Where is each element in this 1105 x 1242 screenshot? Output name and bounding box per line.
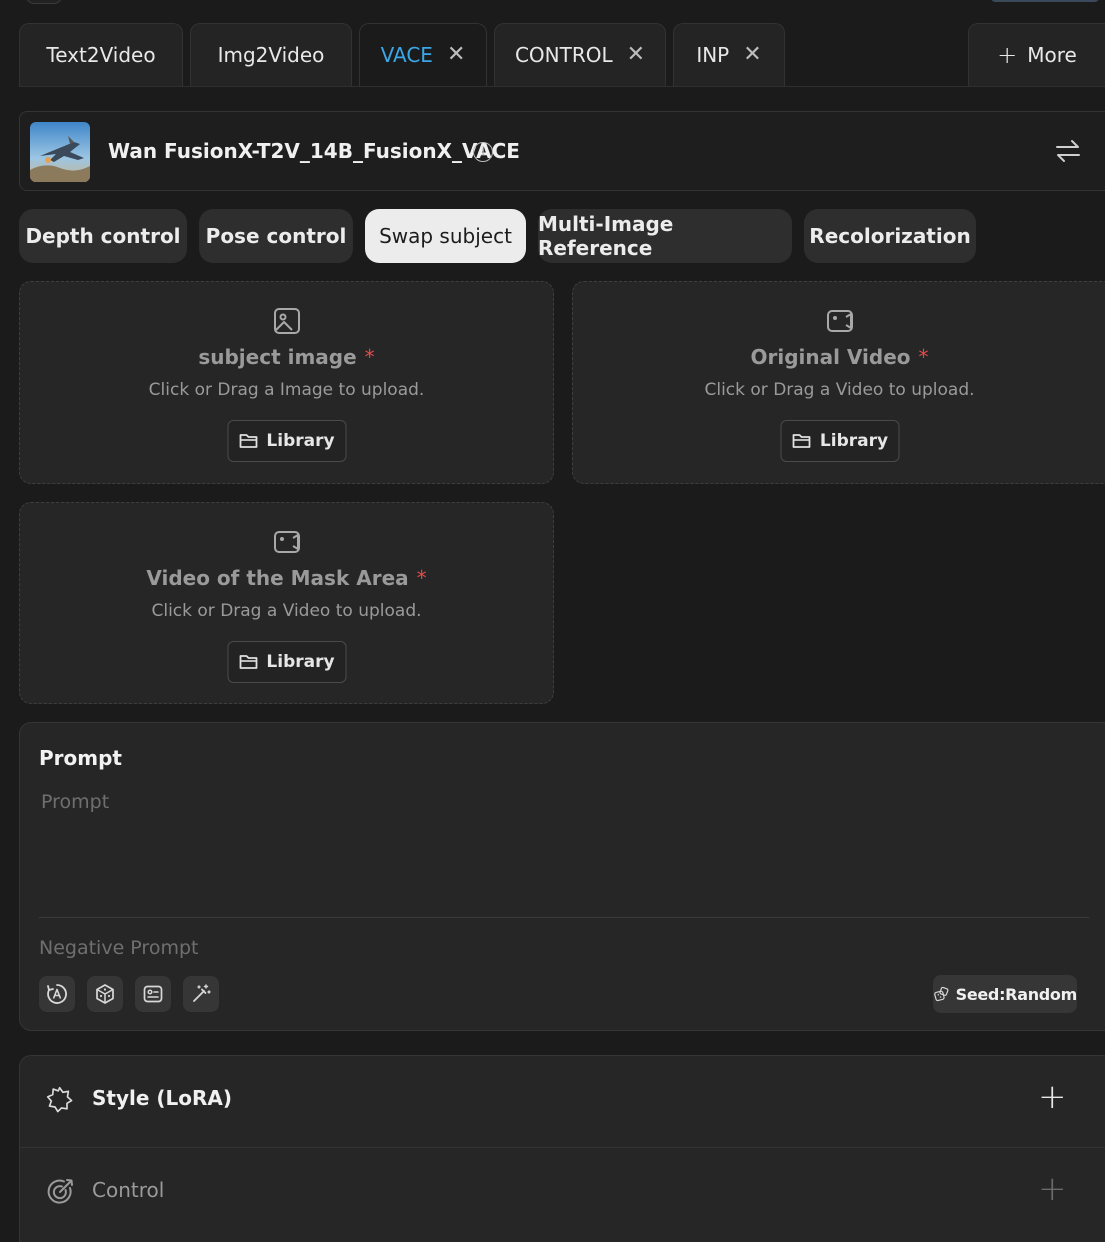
- section-style-lora[interactable]: Style (LoRA) +: [20, 1056, 1105, 1146]
- tab-label: CONTROL: [514, 43, 613, 67]
- video-icon: [273, 531, 300, 553]
- app-root: Text2Video Img2Video VACE ✕ CONTROL ✕ IN…: [0, 0, 1105, 1242]
- tab-label: VACE: [380, 43, 433, 67]
- tabs-divider: [19, 86, 1105, 87]
- library-label: Library: [266, 652, 335, 672]
- image-icon: [273, 308, 300, 334]
- mode-label: Depth control: [25, 224, 181, 248]
- plus-icon: +: [997, 41, 1018, 69]
- plus-icon[interactable]: +: [1038, 1080, 1067, 1114]
- top-clipped-button[interactable]: [26, 0, 62, 4]
- image-to-prompt-button[interactable]: [135, 976, 171, 1012]
- mode-label: Swap subject: [379, 224, 512, 248]
- section-label: Control: [92, 1178, 165, 1202]
- translate-icon: [47, 984, 67, 1004]
- close-icon[interactable]: ✕: [627, 44, 645, 66]
- negative-prompt-input[interactable]: [39, 933, 839, 963]
- tab-more-button[interactable]: + More: [968, 23, 1105, 86]
- tab-vace[interactable]: VACE ✕: [359, 23, 487, 86]
- mode-swap-subject[interactable]: Swap subject: [365, 209, 526, 263]
- settings-sections: Style (LoRA) + Control +: [19, 1055, 1105, 1242]
- mode-label: Recolorization: [809, 224, 971, 248]
- tab-more-label: More: [1027, 43, 1077, 67]
- upload-hint: Click or Drag a Image to upload.: [148, 380, 425, 400]
- library-label: Library: [266, 431, 335, 451]
- dice-icon: [96, 984, 114, 1004]
- library-button[interactable]: Library: [227, 641, 346, 683]
- tab-label: Text2Video: [46, 43, 156, 67]
- prompt-title: Prompt: [39, 746, 122, 770]
- mode-label: Multi-Image Reference: [538, 212, 674, 260]
- swap-arrows-icon[interactable]: [1054, 137, 1082, 165]
- upload-title: subject image *: [20, 345, 553, 369]
- upload-hint: Click or Drag a Video to upload.: [704, 380, 975, 400]
- mode-recolorization[interactable]: Recolorization: [804, 209, 976, 263]
- seed-button[interactable]: Seed:Random: [933, 975, 1077, 1013]
- tab-control[interactable]: CONTROL ✕: [494, 23, 666, 86]
- close-icon[interactable]: ✕: [447, 44, 465, 66]
- upload-title: Original Video *: [573, 345, 1105, 369]
- seed-label: Seed:Random: [955, 984, 1078, 1004]
- folder-icon: [239, 655, 258, 669]
- mode-multi-image-reference[interactable]: Multi-Image Reference: [538, 209, 792, 263]
- upload-hint: Click or Drag a Video to upload.: [151, 601, 422, 621]
- workflow-tabs: Text2Video Img2Video VACE ✕ CONTROL ✕ IN…: [19, 23, 1105, 87]
- model-selector[interactable]: Wan FusionX-T2V_14B_FusionX_VACE i: [19, 111, 1105, 191]
- library-button[interactable]: Library: [227, 420, 346, 462]
- tab-img2video[interactable]: Img2Video: [190, 23, 352, 86]
- upload-title-text: Original Video: [750, 345, 911, 369]
- required-mark: *: [918, 345, 929, 369]
- prompt-input[interactable]: [39, 789, 1089, 899]
- mask-video-upload[interactable]: Video of the Mask Area * Click or Drag a …: [19, 502, 554, 704]
- enhance-prompt-button[interactable]: [183, 976, 219, 1012]
- random-prompt-button[interactable]: [87, 976, 123, 1012]
- tab-text2video[interactable]: Text2Video: [19, 23, 183, 86]
- original-video-upload[interactable]: Original Video * Click or Drag a Video to…: [572, 281, 1105, 484]
- upload-title: Video of the Mask Area *: [20, 566, 553, 590]
- tab-label: Img2Video: [217, 43, 325, 67]
- library-button[interactable]: Library: [780, 420, 900, 462]
- required-mark: *: [364, 345, 375, 369]
- prompt-panel: Prompt Prompt Negative Prompt Seed:Rando…: [19, 722, 1105, 1031]
- magic-wand-icon: [193, 984, 211, 1002]
- upload-title-text: Video of the Mask Area: [146, 566, 409, 590]
- close-icon[interactable]: ✕: [743, 44, 761, 66]
- mode-pose-control[interactable]: Pose control: [199, 209, 353, 263]
- model-thumbnail: [30, 122, 90, 182]
- section-label: Style (LoRA): [92, 1086, 233, 1110]
- top-clipped-control[interactable]: [990, 0, 1100, 2]
- plus-icon[interactable]: +: [1038, 1172, 1067, 1206]
- target-icon: [47, 1179, 73, 1204]
- folder-icon: [793, 434, 811, 448]
- model-name: Wan FusionX-T2V_14B_FusionX_VACE: [108, 139, 520, 163]
- info-icon[interactable]: i: [473, 142, 493, 162]
- tab-label: INP: [696, 43, 730, 67]
- seed-dice-icon: [934, 986, 949, 1002]
- mode-label: Pose control: [205, 224, 347, 248]
- required-mark: *: [416, 566, 427, 590]
- translate-button[interactable]: [39, 976, 75, 1012]
- upload-title-text: subject image: [198, 345, 357, 369]
- section-control[interactable]: Control +: [20, 1148, 1105, 1238]
- tab-inp[interactable]: INP ✕: [673, 23, 785, 86]
- prompt-divider: [39, 917, 1089, 918]
- mode-depth-control[interactable]: Depth control: [19, 209, 187, 263]
- badge-icon: [46, 1086, 73, 1113]
- folder-icon: [239, 434, 258, 448]
- subject-image-upload[interactable]: subject image * Click or Drag a Image to …: [19, 281, 554, 484]
- library-label: Library: [819, 431, 889, 451]
- image-card-icon: [143, 985, 163, 1003]
- video-icon: [827, 310, 853, 332]
